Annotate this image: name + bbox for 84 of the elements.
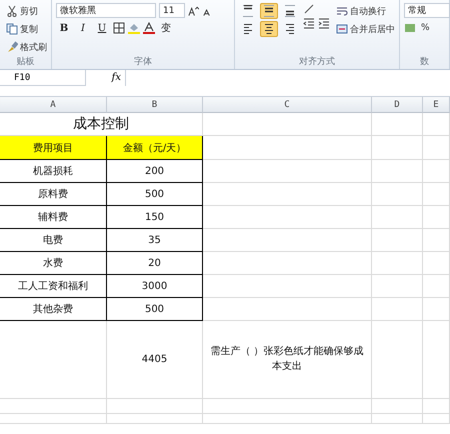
grid-cell	[372, 160, 423, 183]
bold-button[interactable]: B	[56, 20, 72, 36]
phonetic-button[interactable]: 变	[158, 20, 174, 36]
column-header[interactable]: C	[203, 97, 372, 113]
wrap-text-button[interactable]: 自动换行	[334, 3, 397, 19]
horizontal-align-icon	[284, 23, 296, 35]
table-cell: 200	[107, 160, 203, 183]
column-header[interactable]: E	[423, 97, 450, 113]
percent-button[interactable]: %	[419, 20, 432, 36]
vertical-align-icon	[263, 5, 275, 17]
horizontal-align-icon	[263, 23, 275, 35]
decrease-indent-icon	[303, 17, 315, 29]
table-cell: 辅料费	[0, 206, 107, 229]
orientation-icon	[303, 3, 315, 15]
font-size-field[interactable]: 11	[159, 3, 185, 18]
grow-font-icon	[188, 4, 199, 16]
name-box[interactable]: F10	[0, 70, 86, 86]
table-cell: 工人工资和福利	[0, 275, 107, 298]
group-label: 对齐方式	[298, 56, 336, 69]
vertical-align-button[interactable]	[260, 3, 278, 19]
table-cell: 150	[107, 206, 203, 229]
table-cell: 20	[107, 252, 203, 275]
table-cell: 水费	[0, 252, 107, 275]
brush-icon	[6, 41, 18, 53]
grid-cell	[423, 252, 450, 275]
header-cell: 费用项目	[0, 136, 107, 160]
grid-cell	[423, 298, 450, 321]
increase-indent-icon	[318, 17, 330, 29]
vertical-align-icon	[242, 5, 254, 17]
column-header[interactable]: B	[107, 97, 203, 113]
table-cell: 35	[107, 229, 203, 252]
underline-button[interactable]: U	[94, 20, 110, 36]
group-label: 数	[419, 56, 430, 69]
table-cell: 3000	[107, 275, 203, 298]
table-cell: 其他杂费	[0, 298, 107, 321]
table-cell: 机器损耗	[0, 160, 107, 183]
grid-cell	[372, 183, 423, 206]
table-cell: 4405	[107, 321, 203, 399]
clipboard-button[interactable]: 复制	[4, 21, 49, 37]
column-header[interactable]: D	[372, 97, 423, 113]
grid-cell	[423, 136, 450, 160]
title-cell: 成本控制	[0, 113, 203, 136]
vertical-align-icon	[284, 5, 296, 17]
grid-cell	[423, 113, 450, 136]
group-label: 字体	[133, 56, 153, 69]
copy-icon	[6, 23, 18, 35]
merge-cells-icon	[336, 23, 348, 35]
wrap-text-icon	[336, 5, 348, 17]
font-color-icon	[143, 22, 155, 34]
scissors-icon	[6, 5, 18, 17]
grid-cell	[372, 206, 423, 229]
italic-button[interactable]: I	[75, 20, 91, 36]
grid-cell	[423, 414, 450, 424]
grid-cell	[423, 399, 450, 414]
grid-cell	[423, 229, 450, 252]
grid-cell	[423, 275, 450, 298]
grid-cell	[423, 160, 450, 183]
fill-color-icon	[128, 22, 140, 34]
grid-cell	[372, 275, 423, 298]
grid-cell	[372, 113, 423, 136]
font-name-field[interactable]: 微软雅黑	[56, 3, 156, 18]
merge-center-button[interactable]: 合并后居中	[334, 21, 397, 37]
clipboard-button[interactable]: 格式刷	[4, 39, 49, 55]
grid-cell	[423, 183, 450, 206]
grid-cell	[372, 229, 423, 252]
grid-cell	[423, 206, 450, 229]
table-cell: 原料费	[0, 183, 107, 206]
horizontal-align-button[interactable]	[260, 21, 278, 37]
clipboard-button[interactable]: 剪切	[4, 3, 49, 19]
note-text: 需生产（ ）张彩色纸才能确保够成本支出	[209, 345, 365, 374]
column-header[interactable]: A	[0, 97, 107, 113]
group-label: 贴板	[16, 56, 36, 69]
grid-cell	[372, 414, 423, 424]
borders-icon	[113, 22, 125, 34]
number-format-field[interactable]: 常规	[404, 3, 450, 18]
grid-cell	[372, 252, 423, 275]
horizontal-align-icon	[242, 23, 254, 35]
grid-cell	[372, 136, 423, 160]
table-cell: 500	[107, 298, 203, 321]
table-cell: 电费	[0, 229, 107, 252]
grid-cell	[372, 298, 423, 321]
grid-cell	[372, 399, 423, 414]
table-cell: 500	[107, 183, 203, 206]
header-cell: 金额（元/天）	[107, 136, 203, 160]
